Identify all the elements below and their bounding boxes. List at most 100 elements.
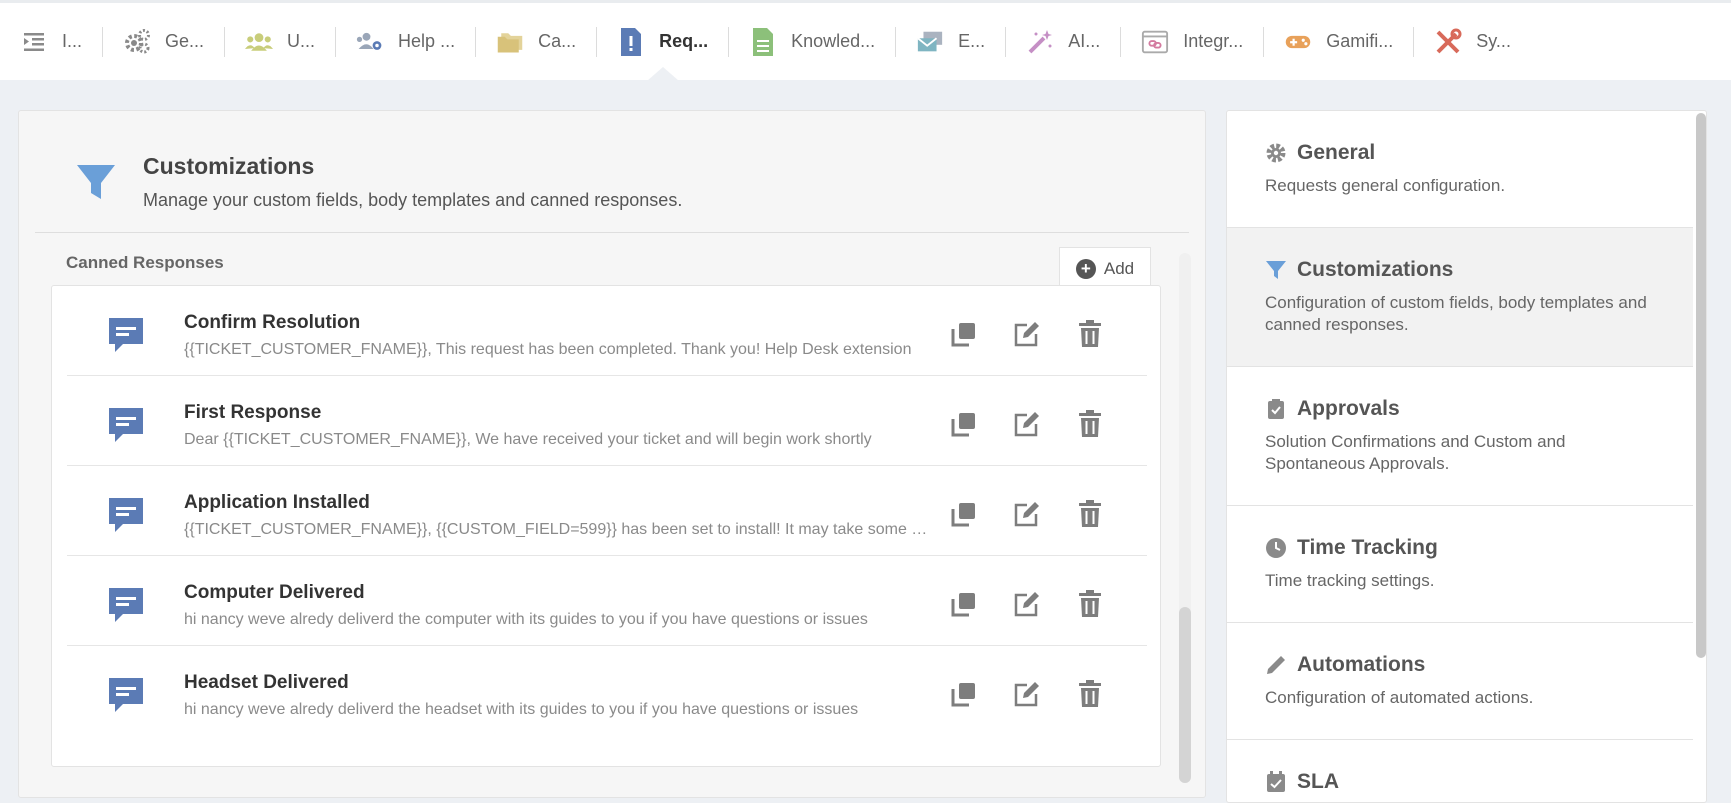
sidebar-item-time-tracking[interactable]: Time Tracking Time tracking settings.	[1227, 506, 1693, 623]
sidebar-item-desc: Configuration of custom fields, body tem…	[1265, 293, 1647, 334]
response-body: Dear {{TICKET_CUSTOMER_FNAME}}, We have …	[184, 431, 872, 448]
clipboard-check-icon	[1265, 398, 1287, 420]
users-gear-icon	[356, 28, 384, 56]
top-tab-bar: I... Ge... U... Help ... Ca... Req... Kn…	[0, 0, 1731, 80]
response-title: Application Installed	[184, 492, 370, 513]
canned-response-row[interactable]: Application Installed {{TICKET_CUSTOMER_…	[67, 466, 1147, 556]
canned-response-row[interactable]: Confirm Resolution {{TICKET_CUSTOMER_FNA…	[67, 286, 1147, 376]
canned-responses-label: Canned Responses	[66, 253, 224, 272]
comment-icon	[107, 406, 145, 444]
response-body: {{TICKET_CUSTOMER_FNAME}}, {{CUSTOM_FIEL…	[184, 521, 929, 538]
tab-label: AI...	[1068, 31, 1101, 51]
add-canned-response-button[interactable]: + Add	[1059, 247, 1151, 289]
row-actions	[950, 590, 1104, 618]
trash-icon[interactable]	[1076, 410, 1104, 438]
folders-icon	[496, 28, 524, 56]
tab-system[interactable]: Sy...	[1414, 3, 1531, 80]
copy-icon[interactable]	[950, 500, 978, 528]
canned-responses-list: Confirm Resolution {{TICKET_CUSTOMER_FNA…	[51, 285, 1161, 767]
edit-icon[interactable]	[1013, 410, 1041, 438]
copy-icon[interactable]	[950, 320, 978, 348]
canned-response-row[interactable]: First Response Dear {{TICKET_CUSTOMER_FN…	[67, 376, 1147, 466]
response-title: Confirm Resolution	[184, 312, 361, 333]
sidebar-item-title: General	[1297, 141, 1376, 164]
response-title: Headset Delivered	[184, 672, 349, 693]
response-title: Computer Delivered	[184, 582, 365, 603]
trash-icon[interactable]	[1076, 680, 1104, 708]
sidebar-item-title: Time Tracking	[1297, 536, 1438, 559]
tab-label: Integr...	[1183, 31, 1244, 51]
add-button-label: Add	[1103, 258, 1135, 278]
tab-label: Help ...	[398, 31, 456, 51]
integration-window-icon	[1141, 28, 1169, 56]
tab-integrations[interactable]: Integr...	[1121, 3, 1263, 80]
sidebar-item-approvals[interactable]: Approvals Solution Confirmations and Cus…	[1227, 367, 1693, 506]
row-actions	[950, 680, 1104, 708]
tab-label: U...	[287, 31, 316, 51]
list-indent-icon	[20, 28, 48, 56]
copy-icon[interactable]	[950, 590, 978, 618]
pencil-icon	[1265, 654, 1287, 676]
gamepad-icon	[1284, 28, 1312, 56]
canned-response-row[interactable]: Headset Delivered hi nancy weve alredy d…	[67, 646, 1147, 736]
copy-icon[interactable]	[950, 410, 978, 438]
page-title: Customizations	[143, 153, 315, 179]
row-actions	[950, 500, 1104, 528]
response-body: hi nancy weve alredy deliverd the headse…	[184, 701, 859, 718]
response-body: {{TICKET_CUSTOMER_FNAME}}, This request …	[184, 341, 912, 358]
tab-gamification[interactable]: Gamifi...	[1264, 3, 1413, 80]
tab-label: Knowled...	[791, 31, 876, 51]
row-actions	[950, 320, 1104, 348]
edit-icon[interactable]	[1013, 680, 1041, 708]
tab-requests[interactable]: Req...	[597, 3, 728, 80]
edit-icon[interactable]	[1013, 500, 1041, 528]
trash-icon[interactable]	[1076, 320, 1104, 348]
sidebar-item-automations[interactable]: Automations Configuration of automated a…	[1227, 623, 1693, 740]
sidebar-item-title: Approvals	[1297, 397, 1400, 420]
requests-settings-sidebar: General Requests general configuration. …	[1226, 110, 1707, 803]
sidebar-item-sla[interactable]: SLA	[1227, 740, 1693, 802]
list-scrollbar-thumb[interactable]	[1179, 607, 1191, 783]
row-actions	[950, 410, 1104, 438]
tab-label: Sy...	[1476, 31, 1511, 51]
tab-help-desk[interactable]: Help ...	[336, 3, 475, 80]
response-body: hi nancy weve alredy deliverd the comput…	[184, 611, 868, 628]
tab-general[interactable]: Ge...	[103, 3, 224, 80]
tab-email[interactable]: E...	[896, 3, 1005, 80]
tab-ai[interactable]: AI...	[1006, 3, 1120, 80]
sidebar-item-title: Automations	[1297, 653, 1426, 676]
sidebar-item-desc: Requests general configuration.	[1265, 176, 1506, 195]
tab-label: Ge...	[165, 31, 205, 51]
tab-indent[interactable]: I...	[0, 3, 102, 80]
clock-icon	[1265, 537, 1287, 559]
edit-icon[interactable]	[1013, 590, 1041, 618]
tab-label: Gamifi...	[1326, 31, 1394, 51]
sidebar-item-desc: Time tracking settings.	[1265, 571, 1435, 590]
comment-icon	[107, 496, 145, 534]
calendar-check-icon	[1265, 771, 1287, 793]
tab-categories[interactable]: Ca...	[476, 3, 596, 80]
tab-label: Ca...	[538, 31, 577, 51]
tab-label: E...	[958, 31, 986, 51]
funnel-icon	[75, 161, 117, 203]
gear-icon	[1265, 142, 1287, 164]
sidebar-scrollbar[interactable]	[1696, 113, 1706, 658]
magic-wand-icon	[1026, 28, 1054, 56]
sidebar-item-title: SLA	[1297, 770, 1339, 793]
sidebar-item-title: Customizations	[1297, 258, 1454, 281]
sidebar-item-general[interactable]: General Requests general configuration.	[1227, 111, 1693, 228]
edit-icon[interactable]	[1013, 320, 1041, 348]
sidebar-item-desc: Solution Confirmations and Custom and Sp…	[1265, 432, 1566, 473]
list-scrollbar[interactable]	[1179, 253, 1191, 783]
trash-icon[interactable]	[1076, 500, 1104, 528]
page-description: Manage your custom fields, body template…	[143, 190, 683, 210]
canned-response-row[interactable]: Computer Delivered hi nancy weve alredy …	[67, 556, 1147, 646]
sidebar-item-customizations[interactable]: Customizations Configuration of custom f…	[1227, 228, 1693, 367]
copy-icon[interactable]	[950, 680, 978, 708]
comment-icon	[107, 316, 145, 354]
sidebar-item-desc: Configuration of automated actions.	[1265, 688, 1534, 707]
trash-icon[interactable]	[1076, 590, 1104, 618]
tab-users[interactable]: U...	[225, 3, 335, 80]
tab-knowledge[interactable]: Knowled...	[729, 3, 895, 80]
request-document-icon	[617, 27, 645, 56]
